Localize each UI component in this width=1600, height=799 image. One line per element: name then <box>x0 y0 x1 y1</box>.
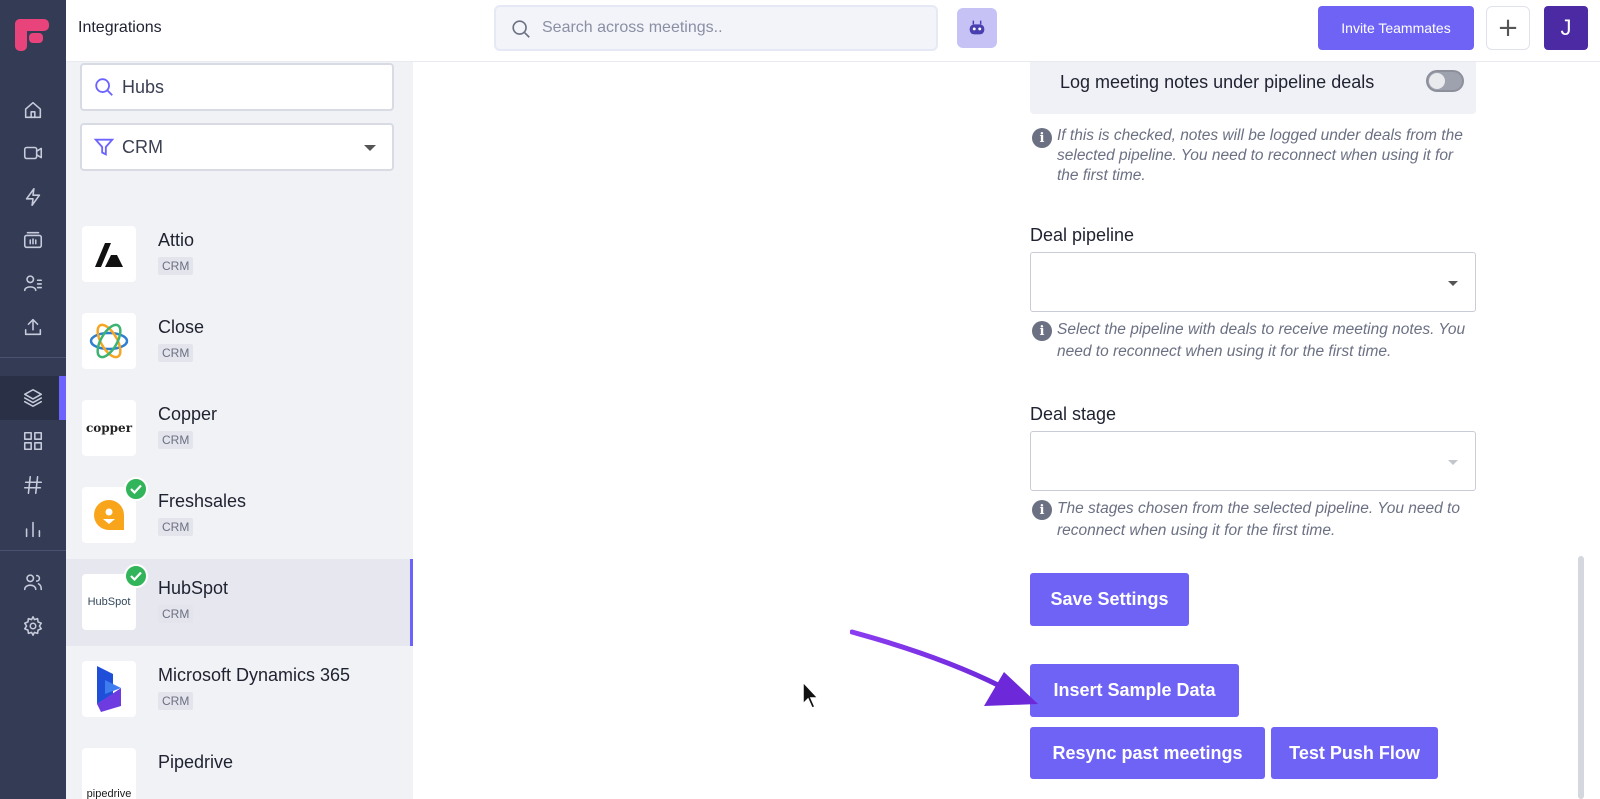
filter-icon <box>93 138 115 156</box>
settings-icon[interactable] <box>18 611 48 641</box>
hubspot-logo-text: HubSpot <box>87 596 131 608</box>
integration-name: HubSpot <box>158 578 229 598</box>
home-icon[interactable] <box>18 95 48 125</box>
video-icon[interactable] <box>18 138 48 168</box>
deal-pipeline-select[interactable] <box>1030 252 1476 312</box>
integration-item-attio[interactable]: Attio CRM <box>66 211 413 298</box>
global-search-input[interactable] <box>542 15 922 41</box>
global-search[interactable] <box>494 5 938 51</box>
search-icon <box>95 78 113 96</box>
app-logo[interactable] <box>15 17 51 53</box>
category-filter-value: CRM <box>122 137 163 157</box>
user-avatar[interactable]: J <box>1544 6 1588 50</box>
mouse-cursor-icon <box>802 680 820 709</box>
deal-pipeline-info: i Select the pipeline with deals to rece… <box>1030 319 1476 363</box>
deal-pipeline-info-text: Select the pipeline with deals to receiv… <box>1057 321 1466 360</box>
integration-tag: CRM <box>158 431 194 449</box>
integration-search-field[interactable]: Hubs <box>80 63 394 111</box>
integration-item-copper[interactable]: copper Copper CRM <box>66 385 413 472</box>
integration-name: Close <box>158 317 205 337</box>
integration-item-hubspot[interactable]: HubSpot HubSpot CRM <box>66 559 413 646</box>
nav-rail <box>0 0 66 799</box>
integration-tag: CRM <box>158 257 194 275</box>
integration-item-close[interactable]: Close CRM <box>66 298 413 385</box>
rail-divider <box>0 550 66 551</box>
integration-name: Pipedrive <box>158 752 234 772</box>
lightning-icon[interactable] <box>18 182 48 212</box>
integrations-icon[interactable] <box>18 383 48 413</box>
rail-divider <box>0 357 66 358</box>
save-settings-button[interactable]: Save Settings <box>1030 573 1189 626</box>
add-button[interactable]: + <box>1486 6 1530 50</box>
assistant-button[interactable] <box>957 8 997 48</box>
integration-item-microsoft-dynamics[interactable]: Microsoft Dynamics 365 CRM <box>66 646 413 733</box>
copper-logo: copper <box>82 400 136 456</box>
pipedrive-logo: pipedrive <box>82 748 136 799</box>
info-icon: i <box>1032 321 1052 341</box>
info-icon: i <box>1032 500 1052 520</box>
close-logo <box>82 313 136 369</box>
deal-stage-info-text: The stages chosen from the selected pipe… <box>1057 500 1460 539</box>
test-push-flow-button[interactable]: Test Push Flow <box>1271 727 1438 779</box>
active-nav-indicator <box>59 376 66 420</box>
upload-icon[interactable] <box>18 312 48 342</box>
log-notes-info: i If this is checked, notes will be logg… <box>1030 126 1476 186</box>
annotation-arrow-icon <box>850 629 1038 706</box>
integration-item-pipedrive[interactable]: pipedrive Pipedrive <box>66 733 413 799</box>
integration-search-value: Hubs <box>122 77 165 97</box>
deal-pipeline-label: Deal pipeline <box>1030 225 1135 245</box>
scrollbar[interactable] <box>1578 556 1584 799</box>
attio-logo <box>82 226 136 282</box>
copper-logo-text: copper <box>85 421 133 435</box>
integration-tag: CRM <box>158 605 194 623</box>
info-icon: i <box>1032 128 1052 148</box>
integration-item-freshsales[interactable]: Freshsales CRM <box>66 472 413 559</box>
apps-grid-icon[interactable] <box>18 426 48 456</box>
deal-stage-info: i The stages chosen from the selected pi… <box>1030 498 1476 542</box>
insert-sample-data-button[interactable]: Insert Sample Data <box>1030 664 1239 717</box>
chevron-down-icon <box>1448 281 1458 286</box>
invite-teammates-button[interactable]: Invite Teammates <box>1318 6 1474 50</box>
top-bar: Integrations Invite Teammates + J <box>66 0 1600 62</box>
integration-name: Microsoft Dynamics 365 <box>158 665 351 685</box>
deal-stage-select[interactable] <box>1030 431 1476 491</box>
log-notes-info-text: If this is checked, notes will be logged… <box>1057 127 1463 184</box>
integration-tag: CRM <box>158 518 194 536</box>
robot-icon <box>969 20 985 35</box>
integrations-panel: Hubs CRM Attio CRM Close CRM copper Copp… <box>66 62 413 799</box>
pipedrive-logo-text: pipedrive <box>86 788 132 799</box>
connected-check-icon <box>124 477 148 501</box>
meetings-icon[interactable] <box>18 225 48 255</box>
chevron-down-icon <box>1448 460 1458 465</box>
integration-name: Attio <box>158 230 195 250</box>
contacts-icon[interactable] <box>18 268 48 298</box>
log-notes-label: Log meeting notes under pipeline deals <box>1060 72 1375 92</box>
integration-tag: CRM <box>158 344 194 362</box>
dynamics-logo <box>82 661 136 717</box>
log-notes-toggle[interactable] <box>1426 70 1464 92</box>
log-notes-setting: Log meeting notes under pipeline deals <box>1030 62 1476 114</box>
connected-check-icon <box>124 564 148 588</box>
analytics-icon[interactable] <box>18 514 48 544</box>
deal-stage-label: Deal stage <box>1030 404 1117 424</box>
integration-tag: CRM <box>158 692 194 710</box>
chevron-down-icon <box>364 145 376 151</box>
hashtag-icon[interactable] <box>18 470 48 500</box>
integration-name: Freshsales <box>158 491 247 511</box>
team-icon[interactable] <box>18 567 48 597</box>
page-title: Integrations <box>78 19 162 36</box>
search-icon <box>512 20 530 38</box>
integration-name: Copper <box>158 404 218 424</box>
resync-past-meetings-button[interactable]: Resync past meetings <box>1030 727 1265 779</box>
category-filter-select[interactable]: CRM <box>80 123 394 171</box>
